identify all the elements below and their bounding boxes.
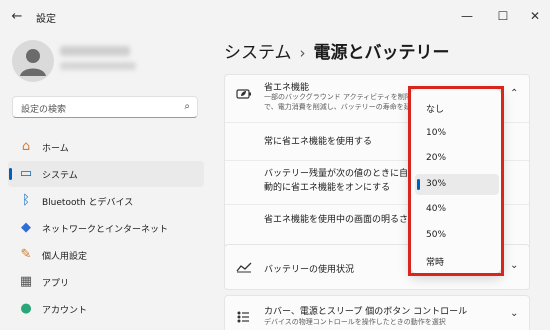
back-arrow-icon[interactable]: ← bbox=[8, 8, 26, 26]
dropdown-option[interactable]: なし bbox=[415, 97, 499, 118]
dropdown-option-label: なし bbox=[426, 105, 445, 115]
dropdown-option-label: 50% bbox=[426, 229, 447, 240]
energy-saver-desc-1: 一部のバックグラウンド アクティビティを制限す bbox=[264, 93, 419, 101]
chart-icon bbox=[236, 261, 252, 276]
account-icon: ● bbox=[20, 301, 32, 316]
dropdown-option-label: 40% bbox=[426, 204, 447, 214]
buttons-list-icon bbox=[236, 310, 250, 327]
dropdown-option-label: 30% bbox=[426, 178, 447, 189]
lid-buttons-title: カバー、電源とスリープ 個のボタン コントロール bbox=[264, 307, 468, 317]
sidebar-item[interactable]: ✎ 個人用設定 bbox=[8, 242, 204, 268]
auto-energy-saver-label-2: 動的に省エネ機能をオンにする bbox=[264, 183, 391, 193]
active-indicator bbox=[9, 168, 12, 180]
page-title: 電源とバッテリー bbox=[313, 43, 450, 63]
sidebar-item[interactable]: ▭ システム bbox=[8, 161, 204, 187]
maximize-button[interactable]: ☐ bbox=[488, 6, 518, 26]
lid-buttons-desc: デバイスの物理コントロールを操作したときの動作を選択 bbox=[264, 318, 446, 326]
battery-leaf-icon bbox=[236, 88, 252, 103]
dropdown-option[interactable]: 50% bbox=[415, 225, 499, 246]
apps-icon: ▦ bbox=[19, 274, 33, 289]
dropdown-option[interactable]: 30% bbox=[415, 173, 499, 195]
user-email-blurred bbox=[60, 62, 136, 70]
app-title: 設定 bbox=[36, 14, 56, 25]
sidebar-item[interactable]: ▦ アプリ bbox=[8, 269, 204, 295]
collapse-chevron-icon[interactable]: ⌃ bbox=[510, 88, 518, 99]
expand-chevron-icon[interactable]: ⌄ bbox=[510, 260, 518, 271]
always-energy-saver-label: 常に省エネ機能を使用する bbox=[264, 137, 373, 147]
sidebar-item-label: 個人用設定 bbox=[42, 252, 88, 262]
sidebar-item-label: ホーム bbox=[42, 144, 69, 154]
sidebar-item-label: ネットワークとインターネット bbox=[42, 225, 169, 235]
user-icon bbox=[20, 49, 46, 76]
auto-energy-saver-label-1: バッテリー残量が次の値のときに自 bbox=[264, 169, 409, 179]
screen-brightness-label: 省エネ機能を使用中の画面の明るさを bbox=[264, 215, 418, 225]
dropdown-option[interactable]: 常時 bbox=[415, 250, 499, 271]
energy-saver-threshold-dropdown: なし 10% 20% 30% 40% 50% 常時 bbox=[410, 88, 502, 274]
search-placeholder: 設定の検索 bbox=[21, 105, 67, 115]
title-bar: ← 設定 — ☐ ✕ bbox=[0, 0, 550, 34]
display-icon: ▭ bbox=[19, 166, 33, 181]
breadcrumb-separator: › bbox=[299, 44, 306, 62]
sidebar-item-label: アカウント bbox=[42, 306, 88, 316]
sidebar-item-label: アプリ bbox=[42, 279, 70, 289]
sidebar-item-label: Bluetooth とデバイス bbox=[42, 198, 134, 208]
dropdown-option[interactable]: 10% bbox=[415, 123, 499, 144]
sidebar-item[interactable]: ᛒ Bluetooth とデバイス bbox=[8, 188, 204, 214]
minimize-button[interactable]: — bbox=[452, 6, 482, 26]
breadcrumb-parent[interactable]: システム bbox=[224, 43, 292, 63]
brush-icon: ✎ bbox=[20, 247, 32, 262]
sidebar-item[interactable]: ⌂ ホーム bbox=[8, 134, 204, 160]
search-icon: ⌕ bbox=[184, 101, 190, 112]
avatar[interactable] bbox=[12, 40, 54, 82]
battery-usage-title: バッテリーの使用状況 bbox=[264, 265, 355, 275]
sidebar-item[interactable]: ● アカウント bbox=[8, 296, 204, 322]
network-icon: ◆ bbox=[21, 220, 31, 235]
dropdown-option-label: 20% bbox=[426, 153, 447, 163]
home-icon: ⌂ bbox=[21, 139, 31, 154]
energy-saver-desc-2: で、電力消費を削減し、バッテリーの寿命を延 bbox=[264, 103, 411, 111]
dropdown-option-label: 10% bbox=[426, 127, 447, 138]
dropdown-option[interactable]: 40% bbox=[415, 199, 499, 220]
dropdown-option[interactable]: 20% bbox=[415, 148, 499, 169]
close-button[interactable]: ✕ bbox=[520, 6, 550, 26]
dropdown-option-label: 常時 bbox=[426, 258, 445, 268]
search-input[interactable]: 設定の検索 ⌕ bbox=[12, 96, 198, 118]
expand-chevron-icon[interactable]: ⌄ bbox=[510, 308, 518, 319]
selected-indicator bbox=[417, 178, 420, 190]
sidebar-item-label: システム bbox=[42, 171, 78, 181]
sidebar-item[interactable]: ◆ ネットワークとインターネット bbox=[8, 215, 204, 241]
bluetooth-icon: ᛒ bbox=[22, 193, 30, 208]
breadcrumb: システム › 電源とバッテリー bbox=[224, 38, 450, 63]
user-name-blurred bbox=[60, 46, 130, 56]
